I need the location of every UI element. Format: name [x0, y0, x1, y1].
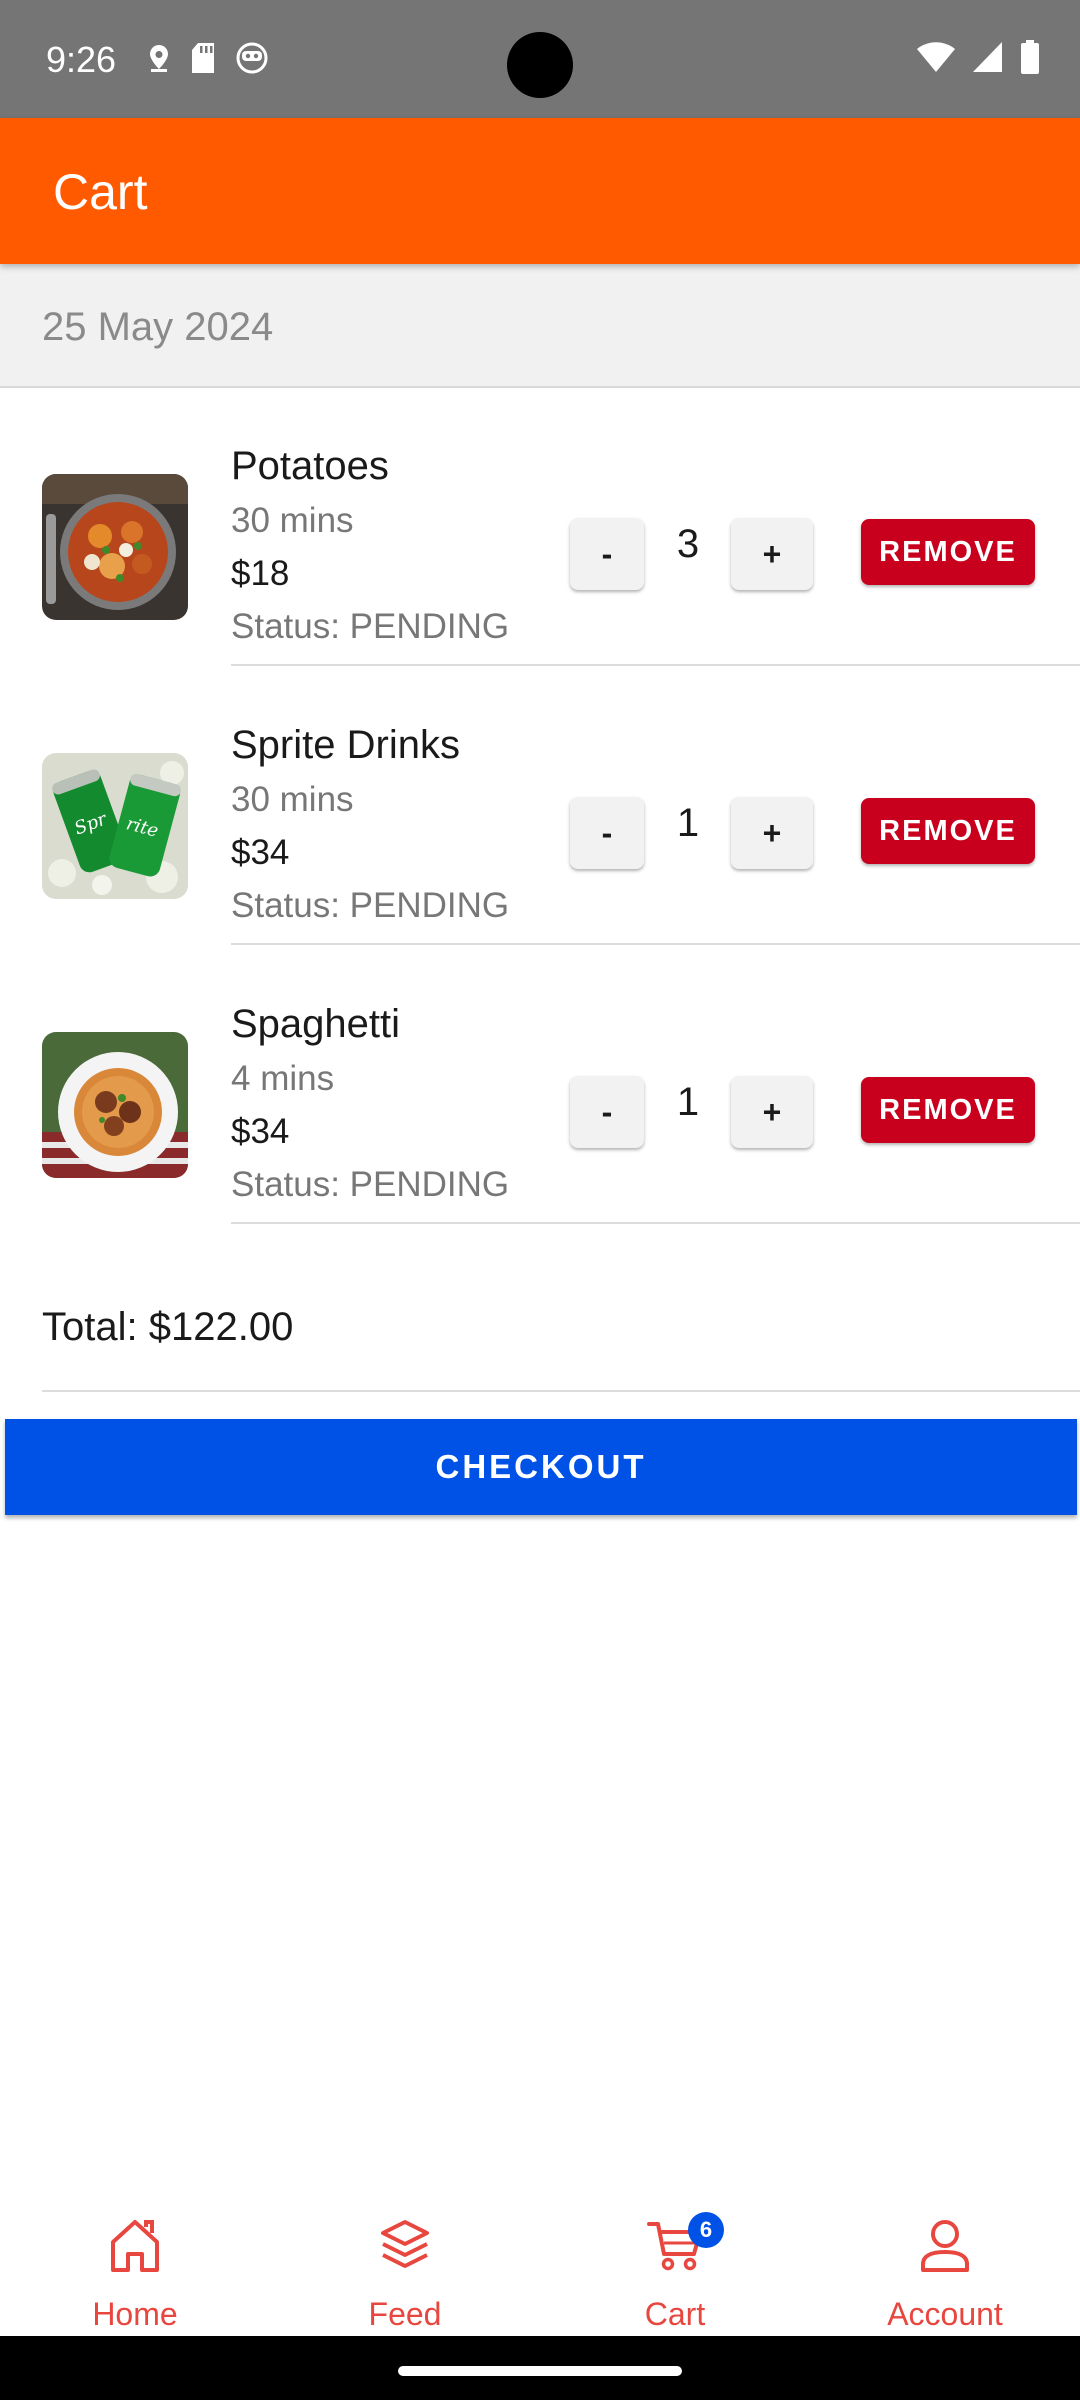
layers-icon: [377, 2216, 433, 2272]
item-price: $34: [231, 833, 290, 872]
cart-count-badge: 6: [688, 2212, 724, 2248]
signal-icon: [972, 41, 1004, 78]
nav-item-feed[interactable]: Feed: [270, 2186, 540, 2336]
date-header: 25 May 2024: [0, 264, 1080, 388]
face-icon: [236, 42, 268, 74]
battery-icon: [1020, 40, 1040, 79]
quantity-value: 1: [676, 801, 700, 845]
cart-item: Potatoes 30 mins $18 Status: PENDING - 3…: [0, 388, 1080, 666]
home-gesture-handle[interactable]: [398, 2366, 682, 2376]
item-name: Sprite Drinks: [231, 723, 460, 767]
cart-total: Total: $122.00: [42, 1305, 294, 1349]
item-time: 30 mins: [231, 501, 354, 540]
remove-button[interactable]: REMOVE: [861, 798, 1035, 864]
increase-quantity-button[interactable]: +: [731, 1076, 813, 1148]
increase-quantity-button[interactable]: +: [731, 518, 813, 590]
quantity-value: 1: [676, 1080, 700, 1124]
camera-cutout: [507, 32, 573, 98]
home-icon: [105, 2216, 165, 2274]
person-icon: [917, 2216, 973, 2274]
nav-label: Cart: [644, 2296, 706, 2332]
checkout-button[interactable]: CHECKOUT: [5, 1419, 1077, 1515]
item-price: $34: [231, 1112, 290, 1151]
bottom-navigation: Home Feed Cart Account: [0, 2186, 1080, 2336]
wifi-icon: [916, 41, 956, 78]
system-navigation-bar: [0, 2336, 1080, 2400]
divider: [231, 943, 1080, 945]
status-icons-left: [148, 42, 268, 74]
sd-card-icon: [190, 42, 216, 74]
app-bar: Cart: [0, 118, 1080, 264]
nav-item-home[interactable]: Home: [0, 2186, 270, 2336]
decrease-quantity-button[interactable]: -: [570, 797, 644, 869]
item-name: Potatoes: [231, 444, 389, 488]
increase-quantity-button[interactable]: +: [731, 797, 813, 869]
spaghetti-image: [42, 1032, 188, 1178]
status-bar: 9:26: [0, 0, 1080, 118]
item-status: Status: PENDING: [231, 1165, 510, 1204]
status-icons-right: [916, 40, 1040, 79]
cart-item: Spr rite Sprite Drinks 30 mins $34 Statu…: [0, 667, 1080, 945]
nav-item-cart[interactable]: Cart: [540, 2186, 810, 2336]
remove-button[interactable]: REMOVE: [861, 519, 1035, 585]
decrease-quantity-button[interactable]: -: [570, 1076, 644, 1148]
quantity-value: 3: [676, 522, 700, 566]
order-date: 25 May 2024: [42, 305, 274, 349]
nav-item-account[interactable]: Account: [810, 2186, 1080, 2336]
cart-item: Spaghetti 4 mins $34 Status: PENDING - 1…: [0, 946, 1080, 1224]
nav-label: Feed: [368, 2296, 442, 2332]
item-time: 30 mins: [231, 780, 354, 819]
item-time: 4 mins: [231, 1059, 335, 1098]
page-title: Cart: [53, 164, 148, 220]
divider: [231, 664, 1080, 666]
location-icon: [148, 43, 170, 73]
item-price: $18: [231, 554, 290, 593]
divider: [231, 1222, 1080, 1224]
item-status: Status: PENDING: [231, 607, 510, 646]
status-time: 9:26: [46, 39, 117, 80]
divider: [42, 1390, 1080, 1392]
nav-label: Home: [92, 2296, 178, 2332]
item-name: Spaghetti: [231, 1002, 401, 1046]
nav-label: Account: [887, 2296, 1003, 2332]
remove-button[interactable]: REMOVE: [861, 1077, 1035, 1143]
sprite-drinks-image: Spr rite: [42, 753, 188, 899]
decrease-quantity-button[interactable]: -: [570, 518, 644, 590]
item-status: Status: PENDING: [231, 886, 510, 925]
potatoes-image: [42, 474, 188, 620]
